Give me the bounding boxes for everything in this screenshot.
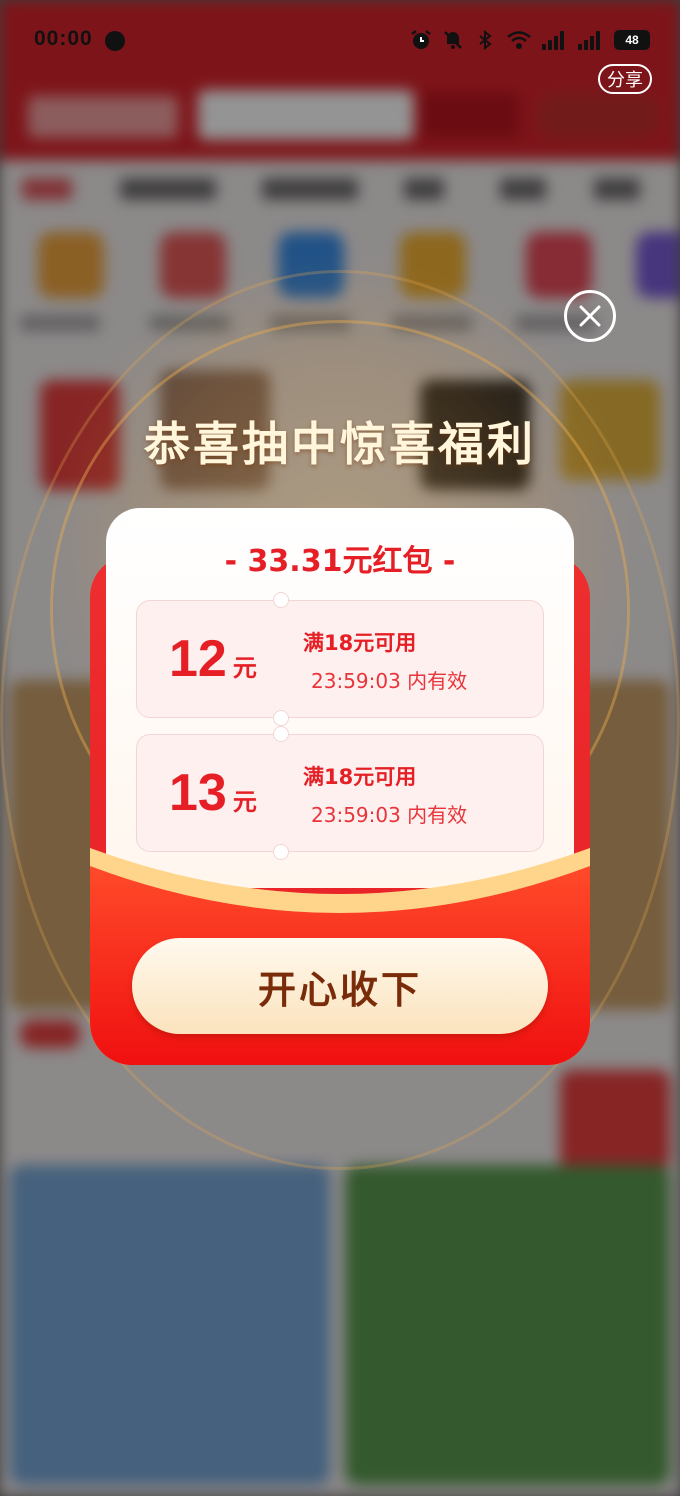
wifi-icon xyxy=(506,29,532,51)
coupon-unit: 元 xyxy=(232,654,257,682)
status-icons: 48 xyxy=(410,28,650,52)
coupon-notch xyxy=(273,726,289,742)
notification-icon xyxy=(105,31,125,51)
coupon-notch xyxy=(273,710,289,726)
signal-5g-icon xyxy=(578,30,604,50)
mute-icon xyxy=(442,29,464,51)
coupon-condition: 满18元可用 xyxy=(303,765,417,789)
modal-title: 恭喜抽中惊喜福利 xyxy=(144,417,536,471)
close-button[interactable] xyxy=(564,290,616,342)
red-packet-total: - 33.31元红包 - xyxy=(224,544,456,579)
accept-button[interactable]: 开心收下 xyxy=(132,938,548,1034)
alarm-icon xyxy=(410,29,432,51)
close-icon xyxy=(579,305,601,327)
battery-icon: 48 xyxy=(614,30,650,50)
coupon-value: 13 xyxy=(169,764,227,822)
coupon-notch xyxy=(273,592,289,608)
coupon-amount: 12 元 xyxy=(169,629,257,689)
share-button[interactable]: 分享 xyxy=(598,64,652,94)
coupon-unit: 元 xyxy=(232,788,257,816)
coupon-card: 12 元 满18元可用 23:59:03 内有效 xyxy=(136,592,544,726)
coupon-value: 12 xyxy=(169,630,227,688)
signal-5g-icon xyxy=(542,30,568,50)
bluetooth-icon xyxy=(474,29,496,51)
status-time: 00:00 xyxy=(34,27,93,50)
coupon-amount: 13 元 xyxy=(169,763,257,823)
coupon-expiry: 23:59:03 内有效 xyxy=(311,669,468,693)
coupon-condition: 满18元可用 xyxy=(303,631,417,655)
status-bar: 00:00 48 xyxy=(0,0,680,80)
